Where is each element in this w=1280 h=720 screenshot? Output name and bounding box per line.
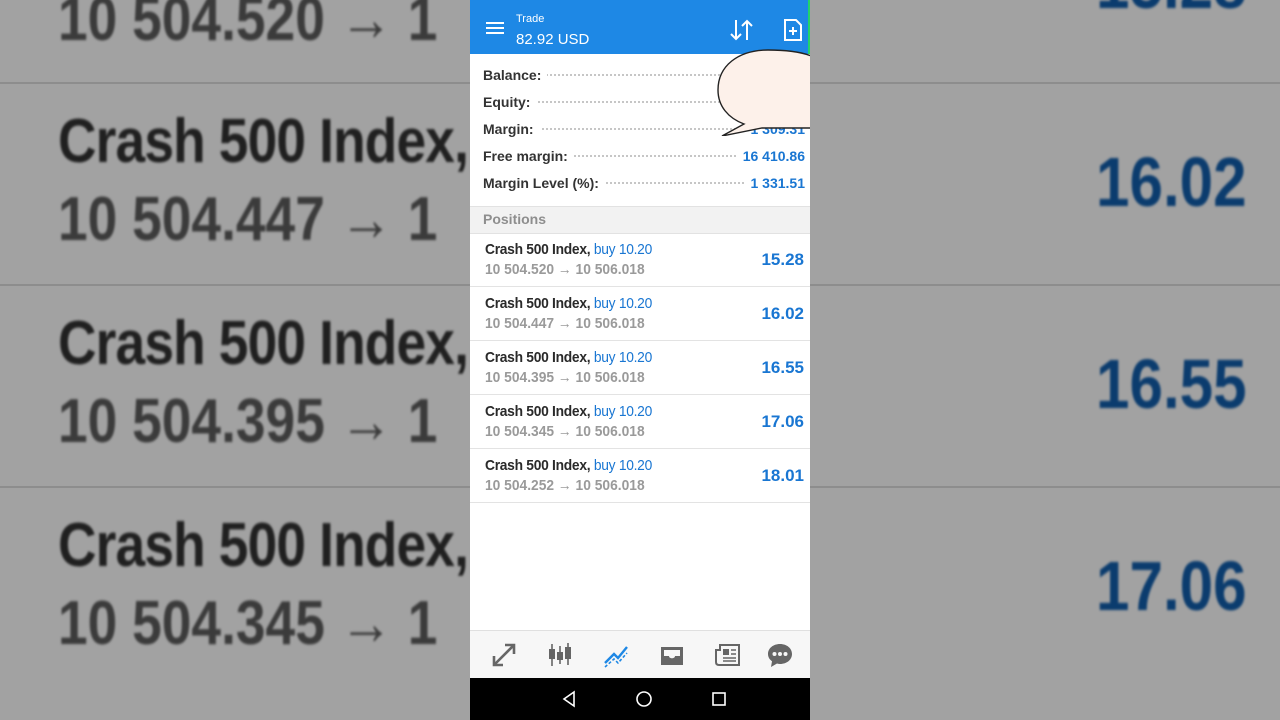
bg-row-title: Crash 500 Index, — [58, 511, 469, 580]
position-open-price: 10 504.520 — [485, 261, 555, 278]
trade-line-icon[interactable] — [602, 641, 630, 669]
margin-level-label: Margin Level (%): — [483, 175, 605, 191]
toolbar-edge — [808, 0, 810, 54]
recent-apps-icon[interactable] — [710, 690, 728, 708]
position-side: buy 10.20 — [593, 295, 652, 312]
bg-row-prices: 10 504.345 → 1 — [58, 589, 438, 658]
android-navigation-bar — [470, 678, 810, 720]
position-side: buy 10.20 — [593, 403, 652, 420]
position-open-price: 10 504.252 — [485, 477, 555, 494]
position-side: buy 10.20 — [593, 457, 652, 474]
balance-label: Balance: — [483, 67, 548, 83]
positions-header: Positions — [470, 206, 810, 234]
toolbar-title: Trade — [516, 13, 545, 25]
bg-row-profit: 16.02 — [1096, 143, 1247, 221]
arrow-right-icon: → — [557, 477, 572, 494]
quotes-arrows-icon[interactable] — [490, 641, 518, 669]
bottom-navigation — [470, 630, 810, 679]
candlestick-icon[interactable] — [546, 641, 574, 669]
position-current-price: 10 506.018 — [575, 369, 645, 386]
bg-row-title: Crash 500 Index, — [58, 309, 469, 378]
bg-row-title: Crash 500 Index, — [58, 107, 469, 176]
position-profit: 17.06 — [761, 412, 804, 431]
bg-row-prices: 10 504.520 → 1 — [58, 0, 438, 54]
position-symbol: Crash 500 Index, — [485, 241, 591, 258]
menu-icon[interactable] — [486, 22, 504, 34]
position-profit: 16.02 — [761, 304, 804, 323]
position-symbol: Crash 500 Index, — [485, 403, 591, 420]
position-symbol: Crash 500 Index, — [485, 457, 591, 474]
newspaper-icon[interactable] — [714, 641, 742, 669]
arrow-right-icon: → — [557, 369, 572, 386]
position-row[interactable]: Crash 500 Index, buy 10.20 10 504.395 → … — [470, 341, 810, 395]
bg-row-profit: 15.28 — [1096, 0, 1247, 24]
position-open-price: 10 504.395 — [485, 369, 555, 386]
position-row[interactable]: Crash 500 Index, buy 10.20 10 504.252 → … — [470, 449, 810, 503]
new-document-icon[interactable] — [782, 18, 804, 42]
position-profit: 18.01 — [761, 466, 804, 485]
position-profit: 15.28 — [761, 250, 804, 269]
back-icon[interactable] — [560, 690, 578, 708]
bg-row-profit: 17.06 — [1096, 547, 1247, 625]
arrow-right-icon: → — [557, 315, 572, 332]
speech-bubble-overlay — [717, 49, 810, 136]
arrow-right-icon: → — [557, 423, 572, 440]
position-current-price: 10 506.018 — [575, 423, 645, 440]
position-symbol: Crash 500 Index, — [485, 349, 591, 366]
margin-level-row: Margin Level (%): 1 331.51 — [470, 170, 810, 197]
position-row[interactable]: Crash 500 Index, buy 10.20 10 504.520 → … — [470, 233, 810, 287]
free-margin-label: Free margin: — [483, 148, 574, 164]
free-margin-row: Free margin: 16 410.86 — [470, 143, 810, 170]
home-icon[interactable] — [635, 690, 653, 708]
position-open-price: 10 504.345 — [485, 423, 555, 440]
bg-row-profit: 16.55 — [1096, 345, 1247, 423]
sort-arrows-icon[interactable] — [728, 17, 756, 43]
position-current-price: 10 506.018 — [575, 261, 645, 278]
phone-screen: Trade 82.92 USD Balance: Equity: Margin:… — [470, 0, 810, 720]
toolbar-balance: 82.92 USD — [516, 31, 590, 48]
position-symbol: Crash 500 Index, — [485, 295, 591, 312]
positions-header-label: Positions — [483, 211, 547, 227]
margin-level-value: 1 331.51 — [744, 175, 805, 191]
equity-label: Equity: — [483, 94, 537, 110]
bg-row-prices: 10 504.395 → 1 — [58, 387, 438, 456]
positions-list: Crash 500 Index, buy 10.20 10 504.520 → … — [470, 233, 810, 503]
position-side: buy 10.20 — [593, 349, 652, 366]
position-open-price: 10 504.447 — [485, 315, 555, 332]
position-profit: 16.55 — [761, 358, 804, 377]
chat-bubble-icon[interactable] — [766, 641, 794, 669]
position-current-price: 10 506.018 — [575, 315, 645, 332]
bg-row-prices: 10 504.447 → 1 — [58, 185, 438, 254]
position-side: buy 10.20 — [593, 241, 652, 258]
position-row[interactable]: Crash 500 Index, buy 10.20 10 504.345 → … — [470, 395, 810, 449]
position-current-price: 10 506.018 — [575, 477, 645, 494]
free-margin-value: 16 410.86 — [736, 148, 805, 164]
inbox-icon[interactable] — [658, 641, 686, 669]
app-toolbar: Trade 82.92 USD — [470, 0, 810, 54]
position-row[interactable]: Crash 500 Index, buy 10.20 10 504.447 → … — [470, 287, 810, 341]
arrow-right-icon: → — [557, 261, 572, 278]
margin-label: Margin: — [483, 121, 540, 137]
